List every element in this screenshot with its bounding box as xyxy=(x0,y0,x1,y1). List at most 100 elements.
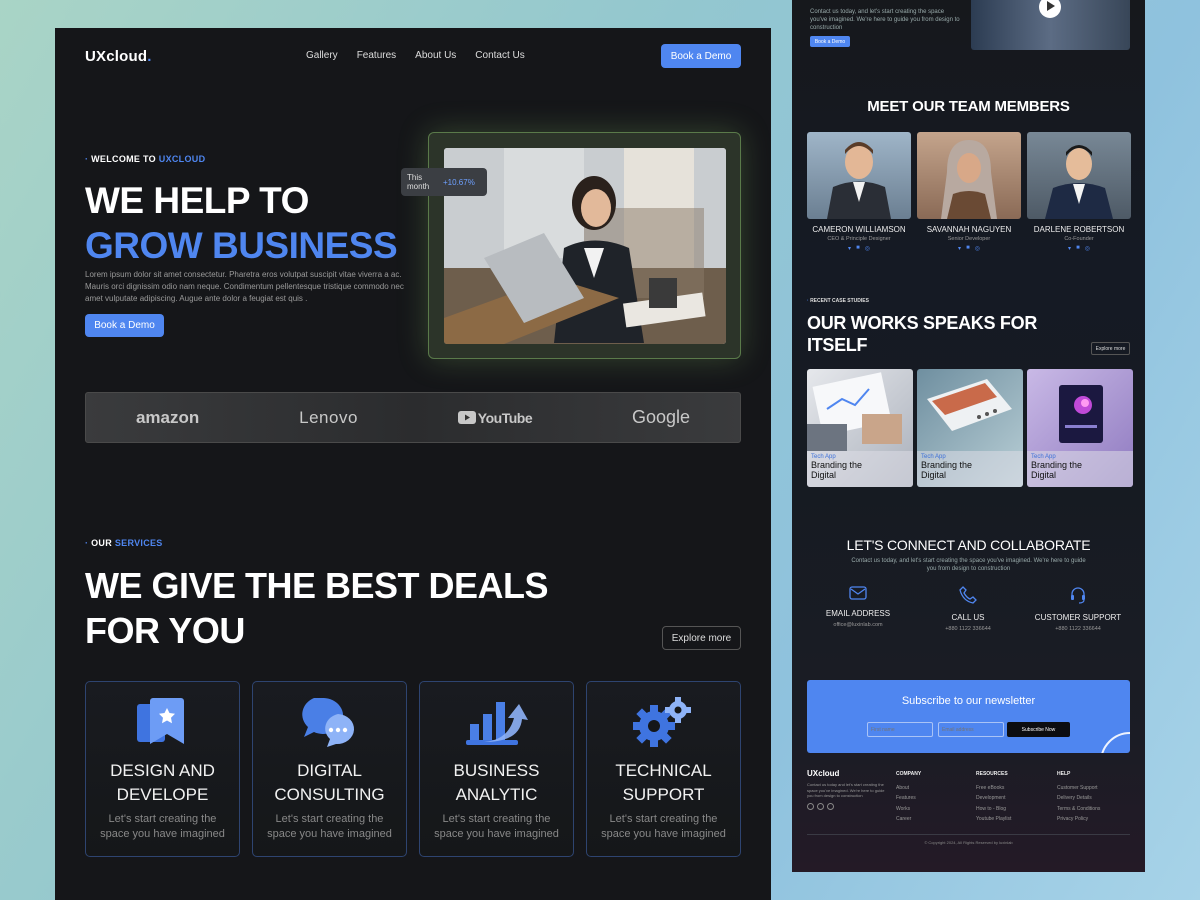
email-input[interactable] xyxy=(938,722,1004,737)
footer-about: Contact us today and let's start creatin… xyxy=(807,782,885,798)
hero-image-frame xyxy=(428,132,741,359)
team-role-0: CEO & Principle Designer xyxy=(827,236,891,242)
twitter-icon[interactable]: ▾ xyxy=(1068,245,1071,252)
footer-link[interactable]: Works xyxy=(896,804,921,815)
youtube-logo: YouTube xyxy=(457,410,533,426)
linkedin-icon[interactable]: ■ xyxy=(966,245,970,252)
work-card-2[interactable]: Tech App Branding the Digital xyxy=(1027,369,1133,487)
dribbble-icon[interactable]: ◎ xyxy=(865,245,870,252)
stat-value: +10.67% xyxy=(443,177,475,187)
linkedin-icon[interactable]: ■ xyxy=(1076,245,1080,252)
hero-eyebrow: · WELCOME TO UXCLOUD xyxy=(85,154,206,164)
footer-link[interactable]: Development xyxy=(976,793,1011,804)
twitter-icon[interactable]: ▾ xyxy=(848,245,851,252)
gears-icon xyxy=(632,697,691,747)
team-role-2: Co-Founder xyxy=(1064,236,1094,242)
connect-subtitle: Contact us today, and let's start creati… xyxy=(851,558,1086,572)
services-title: WE GIVE THE BEST DEALS FOR YOU xyxy=(85,565,549,651)
twitter-icon[interactable] xyxy=(807,802,814,810)
lenovo-logo: Lenovo xyxy=(299,407,358,427)
team-role-1: Senior Developer xyxy=(947,236,991,242)
bookmark-star-icon xyxy=(136,698,184,744)
nav-features[interactable]: Features xyxy=(357,50,396,61)
footer-link[interactable]: About xyxy=(896,783,921,794)
main-nav: Gallery Features About Us Contact Us xyxy=(306,50,525,61)
amazon-logo: amazon xyxy=(135,407,200,427)
footer-logo[interactable]: UXcloud xyxy=(807,769,887,778)
nav-contact-us[interactable]: Contact Us xyxy=(475,50,524,61)
footer-col-company: COMPANY About Features Works Career xyxy=(896,769,921,825)
footer-link[interactable]: Youtube Playlist xyxy=(976,814,1011,825)
work-card-1[interactable]: Tech App Branding the Digital xyxy=(917,369,1023,487)
video-thumbnail[interactable] xyxy=(971,0,1130,50)
services-explore-button[interactable]: Explore more xyxy=(662,626,741,650)
services-eyebrow: · OUR SERVICES xyxy=(85,538,163,548)
landing-page-sections: Contact us today, and let's start creati… xyxy=(792,0,1145,872)
footer-link[interactable]: Features xyxy=(896,793,921,804)
footer-col-help: HELP Customer Support Delivery Details T… xyxy=(1057,769,1100,825)
contact-support[interactable]: CUSTOMER SUPPORT +880 1122 336644 xyxy=(1018,586,1138,632)
brand-logo-strip: amazon Lenovo YouTube Google xyxy=(85,392,741,443)
growth-stat-badge: This month +10.67% xyxy=(401,168,487,196)
team-photo-cameron xyxy=(807,132,911,219)
landing-page-main: UXcloud. Gallery Features About Us Conta… xyxy=(55,28,771,900)
work-card-0[interactable]: Tech App Branding the Digital xyxy=(807,369,913,487)
footer-brand: UXcloud Contact us today and let's start… xyxy=(807,769,887,810)
dribbble-icon[interactable]: ◎ xyxy=(975,245,980,252)
footer-socials xyxy=(807,802,887,810)
footer-link[interactable]: Delivery Details xyxy=(1057,793,1100,804)
stat-label: This month xyxy=(407,173,430,191)
team-social-0: ▾ ■ ◎ xyxy=(799,245,919,252)
nav-about-us[interactable]: About Us xyxy=(415,50,456,61)
linkedin-icon[interactable]: ■ xyxy=(856,245,860,252)
header-book-demo-button[interactable]: Book a Demo xyxy=(661,44,741,68)
phone-icon xyxy=(959,586,977,604)
cases-title: OUR WORKS SPEAKS FOR ITSELF xyxy=(807,313,1038,355)
cases-explore-button[interactable]: Explore more xyxy=(1091,342,1130,355)
service-card-consulting[interactable]: DIGITAL CONSULTING Let's start creating t… xyxy=(252,681,407,857)
footer-link[interactable]: Customer Support xyxy=(1057,783,1100,794)
headset-icon xyxy=(1071,587,1085,604)
google-logo: Google xyxy=(632,407,691,427)
footer-link[interactable]: Career xyxy=(896,814,921,825)
service-card-support[interactable]: TECHNICAL SUPPORT Let's start creating th… xyxy=(586,681,741,857)
footer-link[interactable]: How to - Blog xyxy=(976,804,1011,815)
subscribe-button[interactable]: Subscribe Now xyxy=(1007,722,1070,737)
team-name-2: DARLENE ROBERTSON xyxy=(1033,225,1125,234)
contact-call[interactable]: CALL US +880 1122 336644 xyxy=(908,586,1028,632)
team-social-1: ▾ ■ ◎ xyxy=(909,245,1029,252)
team-name-1: SAVANNAH NAGUYEN xyxy=(926,225,1012,234)
brand-logo[interactable]: UXcloud. xyxy=(85,48,152,65)
team-photo-darlene xyxy=(1027,132,1131,219)
linkedin-icon[interactable] xyxy=(817,802,824,810)
footer-link[interactable]: Free eBooks xyxy=(976,783,1011,794)
team-title: MEET OUR TEAM MEMBERS xyxy=(867,98,1070,115)
first-name-input[interactable] xyxy=(867,722,933,737)
team-social-2: ▾ ■ ◎ xyxy=(1019,245,1139,252)
footer-link[interactable]: Terms & Conditions xyxy=(1057,804,1100,815)
cases-eyebrow: · RECENT CASE STUDIES xyxy=(807,298,869,304)
hero-paragraph: Lorem ipsum dolor sit amet consectetur. … xyxy=(85,270,404,303)
twitter-icon[interactable]: ▾ xyxy=(958,245,961,252)
connect-title: LET'S CONNECT AND COLLABORATE xyxy=(846,537,1091,553)
team-photo-savannah xyxy=(917,132,1021,219)
service-card-design[interactable]: DESIGN AND DEVELOPE Let's start creating … xyxy=(85,681,240,857)
dribbble-icon[interactable]: ◎ xyxy=(1085,245,1090,252)
contact-email[interactable]: EMAIL ADDRESS office@luxinlab.com xyxy=(798,586,918,628)
bar-chart-arrow-icon xyxy=(465,702,528,745)
nav-gallery[interactable]: Gallery xyxy=(306,50,338,61)
team-name-0: CAMERON WILLIAMSON xyxy=(812,225,906,234)
service-card-analytic[interactable]: BUSINESS ANALYTIC Let's start creating th… xyxy=(419,681,574,857)
copyright: © Copyright 2024, All Rights Reserved by… xyxy=(924,840,1013,845)
hero-book-demo-button[interactable]: Book a Demo xyxy=(85,314,164,337)
newsletter-box: Subscribe to our newsletter Subscribe No… xyxy=(807,680,1130,753)
top-book-demo-button[interactable]: Book a Demo xyxy=(810,36,850,47)
dribbble-icon[interactable] xyxy=(827,802,834,810)
footer-link[interactable]: Privacy Policy xyxy=(1057,814,1100,825)
chat-bubbles-icon xyxy=(301,698,354,747)
mail-icon xyxy=(849,586,867,600)
decorative-circle xyxy=(1100,732,1130,753)
footer-col-resources: RESOURCES Free eBooks Development How to… xyxy=(976,769,1011,825)
play-icon[interactable] xyxy=(1039,0,1061,18)
newsletter-title: Subscribe to our newsletter xyxy=(901,695,1036,707)
